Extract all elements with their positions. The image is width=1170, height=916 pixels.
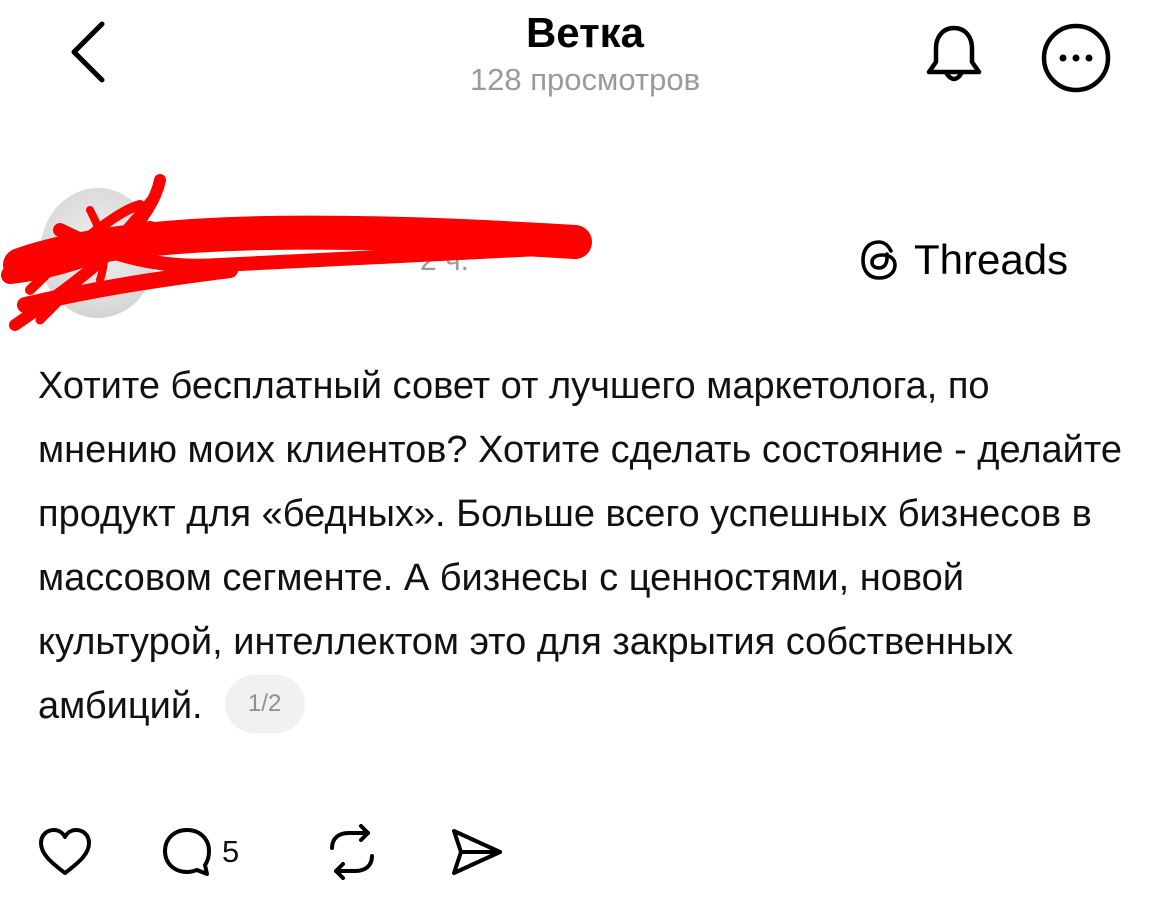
threads-badge: Threads	[858, 232, 1068, 288]
threads-label: Threads	[914, 236, 1069, 283]
repost-icon	[330, 824, 374, 880]
notifications-button[interactable]	[918, 18, 990, 90]
reply-count: 5	[222, 834, 240, 869]
view-count: 128 просмотров	[469, 62, 701, 97]
like-button[interactable]	[36, 822, 94, 882]
redaction-scribble	[1, 174, 592, 331]
comment-icon	[163, 828, 211, 876]
more-options-icon	[1041, 23, 1111, 93]
threads-logo-icon	[861, 240, 897, 280]
more-options-button[interactable]	[1036, 18, 1116, 98]
heart-icon	[39, 828, 91, 875]
page-title: Ветка	[525, 9, 645, 56]
post-text: Хотите бесплатный совет от лучшего марке…	[38, 365, 1122, 727]
post-body: Хотите бесплатный совет от лучшего марке…	[38, 354, 1138, 738]
share-button[interactable]	[448, 822, 506, 882]
bell-icon	[926, 25, 982, 82]
send-icon	[452, 829, 502, 875]
back-chevron-icon	[71, 21, 105, 83]
repost-button[interactable]	[322, 822, 382, 882]
back-button[interactable]	[60, 18, 120, 86]
page-indicator[interactable]: 1/2	[224, 674, 305, 733]
reply-button[interactable]: 5	[160, 822, 239, 882]
